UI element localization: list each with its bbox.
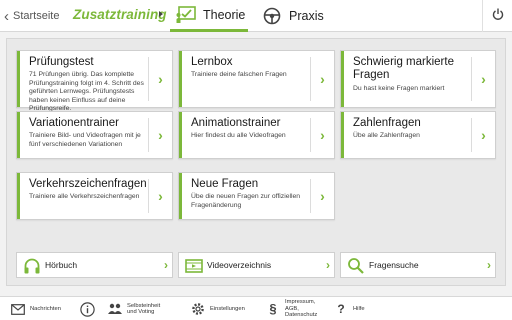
footer-impressum-label: Impressum, AGB, Datenschutz bbox=[285, 299, 317, 318]
accent-bar bbox=[17, 112, 20, 158]
card-description: Hier findest du alle Videofragen bbox=[191, 132, 286, 139]
hoerbuch-label: Hörbuch bbox=[45, 260, 78, 270]
card-pruefungstest[interactable]: Prüfungstest 71 Prüfungen übrig. Das kom… bbox=[16, 50, 173, 112]
card-title: Zahlenfragen bbox=[353, 117, 421, 129]
accent-bar bbox=[179, 173, 182, 219]
card-description: Du hast keine Fragen markiert bbox=[353, 85, 445, 92]
card-animationstrainer[interactable]: Animationstrainer Hier findest du alle V… bbox=[178, 111, 335, 159]
footer-selbsteinheit-label: Selbsteinheit und Voting bbox=[127, 303, 160, 316]
footer-label-line: Selbsteinheit bbox=[127, 302, 161, 309]
main-panel: Prüfungstest 71 Prüfungen übrig. Das kom… bbox=[6, 38, 506, 286]
search-icon bbox=[346, 256, 366, 276]
chevron-right-icon: › bbox=[164, 258, 168, 272]
power-button[interactable] bbox=[482, 0, 512, 32]
accent-bar bbox=[341, 51, 344, 107]
card-verkehrszeichenfragen[interactable]: Verkehrszeichenfragen Trainiere alle Ver… bbox=[16, 172, 173, 220]
footer-selbsteinheit[interactable]: Selbsteinheit und Voting bbox=[107, 297, 160, 320]
card-description: Übe die neuen Fragen zur offiziellen Fra… bbox=[191, 193, 301, 209]
info-icon bbox=[79, 301, 95, 317]
chevron-right-icon: › bbox=[310, 118, 334, 152]
card-title: Lernbox bbox=[191, 56, 233, 68]
chevron-right-icon: › bbox=[148, 57, 172, 101]
footer-impressum[interactable]: § Impressum, AGB, Datenschutz bbox=[265, 297, 317, 320]
card-description: Trainiere Bild- und Videofragen mit je f… bbox=[29, 132, 141, 148]
card-title: Schwierig markierte Fragen bbox=[353, 56, 454, 81]
theory-board-icon bbox=[175, 5, 197, 24]
card-description: Trainiere alle Verkehrszeichenfragen bbox=[29, 193, 140, 200]
footer-label-line: und Voting bbox=[127, 309, 155, 315]
back-button[interactable]: ‹ Startseite bbox=[4, 6, 59, 26]
card-schwierig-markierte-fragen[interactable]: Schwierig markierte Fragen Du hast keine… bbox=[340, 50, 496, 108]
chevron-right-icon: › bbox=[326, 258, 330, 272]
chevron-left-icon: ‹ bbox=[4, 7, 9, 25]
card-title: Variationentrainer bbox=[29, 117, 119, 129]
chevron-right-icon: › bbox=[310, 57, 334, 101]
card-title: Animationstrainer bbox=[191, 117, 281, 129]
chevron-right-icon: › bbox=[148, 118, 172, 152]
card-variationentrainer[interactable]: Variationentrainer Trainiere Bild- und V… bbox=[16, 111, 173, 159]
accent-bar bbox=[17, 51, 20, 107]
video-icon bbox=[184, 256, 204, 276]
card-zahlenfragen[interactable]: Zahlenfragen Übe alle Zahlenfragen › bbox=[340, 111, 496, 159]
chevron-right-icon: › bbox=[487, 258, 491, 272]
card-title: Verkehrszeichenfragen bbox=[29, 178, 147, 190]
footer-bar: Nachrichten Selbsteinheit und Voting Ein… bbox=[0, 296, 512, 320]
gear-icon bbox=[190, 301, 206, 317]
footer-hilfe-label: Hilfe bbox=[353, 305, 365, 312]
card-fragensuche[interactable]: Fragensuche › bbox=[340, 252, 496, 278]
footer-label-line: AGB, bbox=[285, 305, 299, 312]
footer-info[interactable] bbox=[79, 297, 99, 320]
footer-hilfe[interactable]: ? Hilfe bbox=[333, 297, 365, 320]
footer-nachrichten-label: Nachrichten bbox=[30, 305, 61, 312]
card-title: Prüfungstest bbox=[29, 56, 94, 68]
mail-icon bbox=[10, 301, 26, 317]
footer-einstellungen-label: Einstellungen bbox=[210, 305, 245, 312]
tab-theorie-label: Theorie bbox=[203, 7, 246, 22]
accent-bar bbox=[179, 51, 182, 107]
people-icon bbox=[107, 301, 123, 317]
caret-right-icon bbox=[159, 11, 163, 17]
steering-wheel-icon bbox=[261, 7, 283, 25]
card-description: 71 Prüfungen übrig. Das komplette Prüfun… bbox=[29, 71, 144, 112]
back-label: Startseite bbox=[13, 10, 60, 22]
card-title: Neue Fragen bbox=[191, 178, 259, 190]
footer-label-line: Impressum, bbox=[285, 299, 316, 306]
footer-label-line: Datenschutz bbox=[285, 312, 318, 319]
card-neue-fragen[interactable]: Neue Fragen Übe die neuen Fragen zur off… bbox=[178, 172, 335, 220]
card-description: Trainiere deine falschen Fragen bbox=[191, 71, 287, 78]
accent-bar bbox=[179, 112, 182, 158]
paragraph-icon: § bbox=[269, 300, 277, 316]
accent-bar bbox=[341, 112, 344, 158]
tab-theorie[interactable]: Theorie bbox=[170, 0, 248, 32]
chevron-right-icon: › bbox=[148, 179, 172, 213]
fragensuche-label: Fragensuche bbox=[369, 260, 419, 270]
help-icon: ? bbox=[337, 301, 345, 316]
card-videoverzeichnis[interactable]: Videoverzeichnis › bbox=[178, 252, 335, 278]
tab-praxis[interactable]: Praxis bbox=[256, 0, 330, 32]
chevron-right-icon: › bbox=[471, 118, 495, 152]
card-lernbox[interactable]: Lernbox Trainiere deine falschen Fragen … bbox=[178, 50, 335, 108]
card-hoerbuch[interactable]: Hörbuch › bbox=[16, 252, 173, 278]
card-description: Übe alle Zahlenfragen bbox=[353, 132, 420, 139]
accent-bar bbox=[17, 173, 20, 219]
headphones-icon bbox=[22, 256, 42, 276]
chevron-right-icon: › bbox=[471, 57, 495, 101]
power-icon bbox=[492, 7, 504, 25]
top-bar: ‹ Startseite Zusatztraining Theorie Prax… bbox=[0, 0, 512, 32]
section-title[interactable]: Zusatztraining bbox=[73, 7, 167, 22]
footer-nachrichten[interactable]: Nachrichten bbox=[10, 297, 61, 320]
videoverzeichnis-label: Videoverzeichnis bbox=[207, 260, 272, 270]
chevron-right-icon: › bbox=[310, 179, 334, 213]
footer-einstellungen[interactable]: Einstellungen bbox=[190, 297, 245, 320]
tab-praxis-label: Praxis bbox=[289, 9, 324, 23]
